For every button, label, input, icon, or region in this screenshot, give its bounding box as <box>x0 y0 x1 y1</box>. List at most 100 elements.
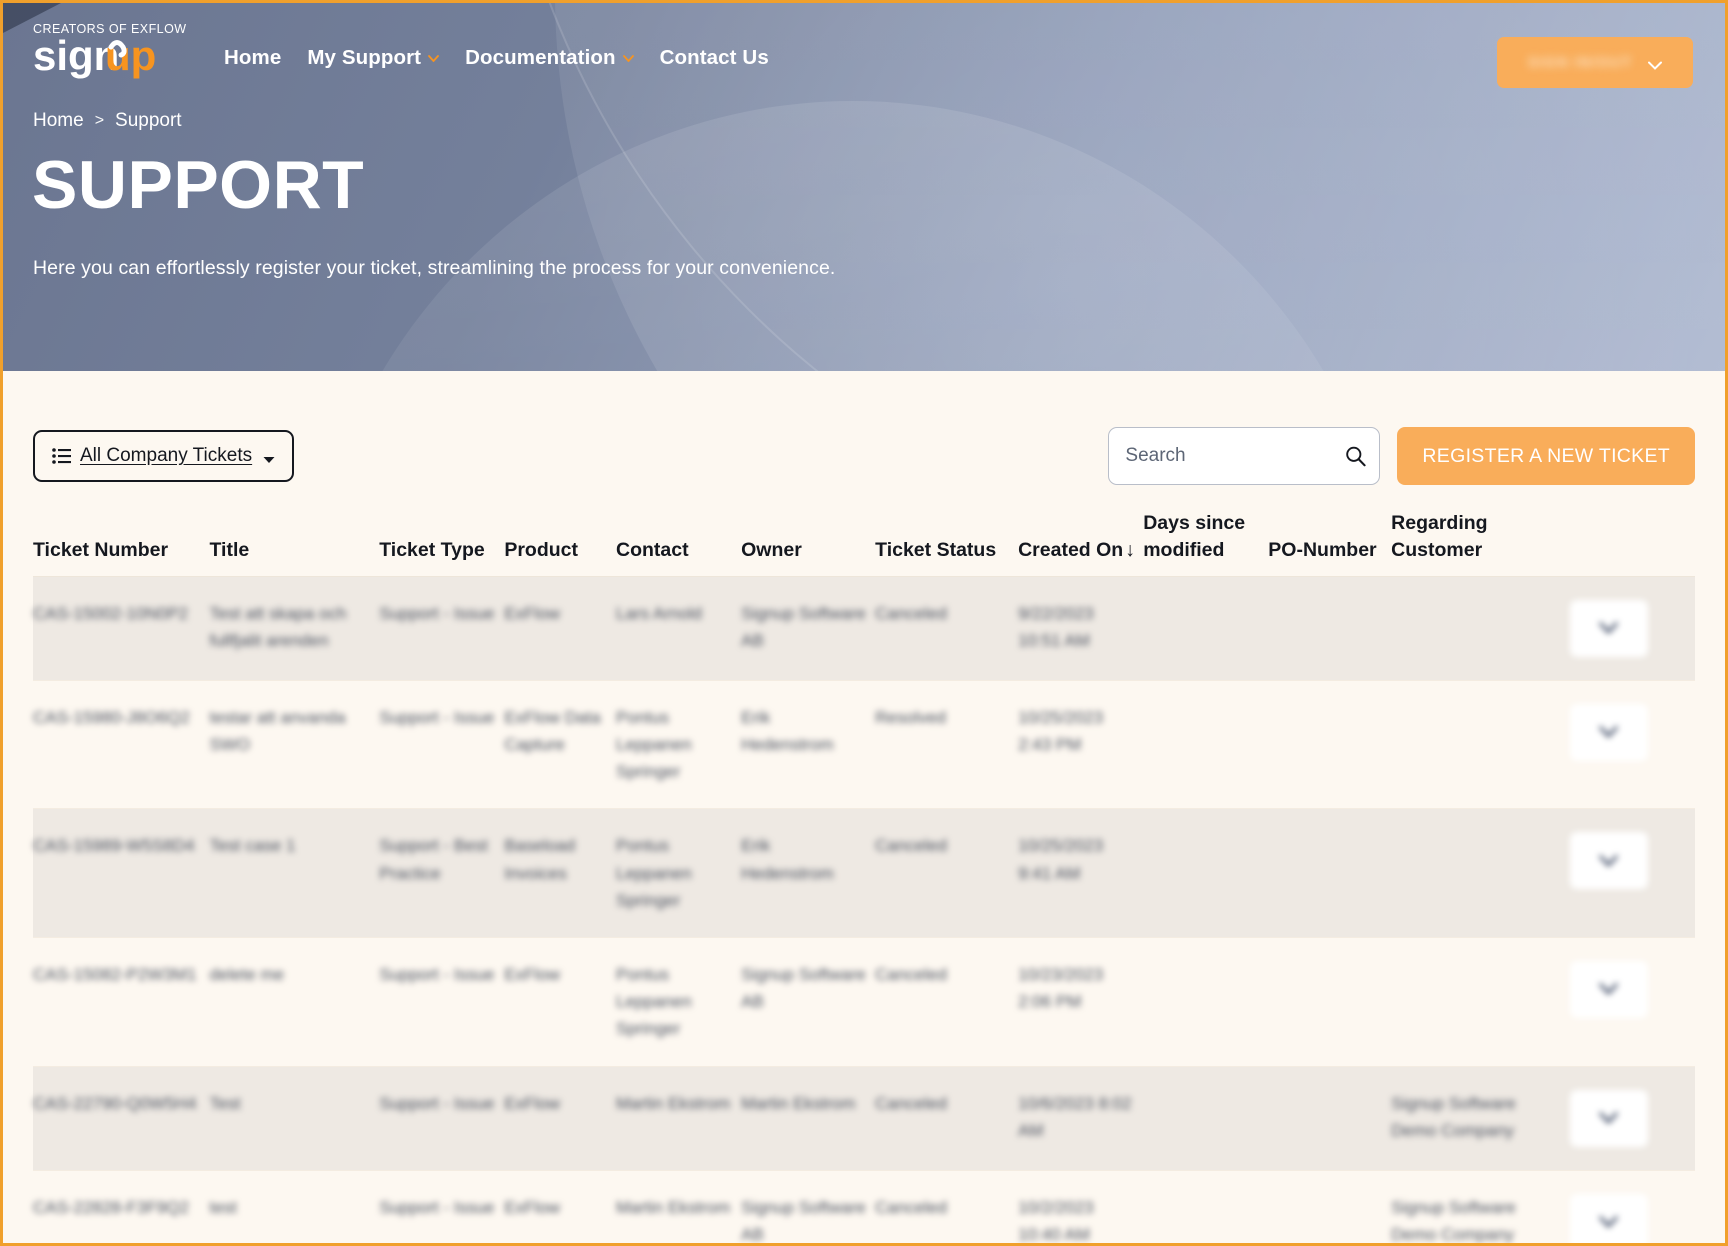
tickets-toolbar: All Company Tickets REGISTER A NEW TICKE… <box>33 371 1695 485</box>
cell-owner: Signup Software AB <box>741 937 875 1066</box>
breadcrumb-current-support[interactable]: Support <box>115 110 182 132</box>
chevron-down-icon <box>1599 1112 1618 1124</box>
chevron-down-icon <box>623 55 634 62</box>
hero-banner: CREATORS OF EXFLOW sign up Home M <box>3 3 1725 371</box>
cell-ticket-type: Support - Issue <box>379 1066 504 1170</box>
cell-days-since-modified <box>1143 576 1268 680</box>
search-box <box>1108 427 1380 485</box>
chevron-down-icon <box>1599 726 1618 738</box>
brand-logo[interactable]: CREATORS OF EXFLOW sign up <box>33 23 188 79</box>
chevron-down-icon <box>1599 855 1618 867</box>
column-header-expand <box>1570 510 1695 576</box>
column-header-created-on[interactable]: Created On↓ <box>1018 510 1143 576</box>
cell-ticket-type: Support - Best Practice <box>379 809 504 938</box>
nav-link-my-support[interactable]: My Support <box>307 46 439 70</box>
page-root: CREATORS OF EXFLOW sign up Home M <box>0 0 1728 1246</box>
cell-regarding-customer <box>1391 576 1570 680</box>
breadcrumb-link-home[interactable]: Home <box>33 110 84 132</box>
breadcrumb-separator-icon: > <box>95 112 104 130</box>
cell-days-since-modified <box>1143 809 1268 938</box>
column-header-created-on-label: Created On <box>1018 539 1123 561</box>
cell-po-number <box>1268 1066 1391 1170</box>
chevron-down-icon <box>1599 1216 1618 1228</box>
register-new-ticket-button[interactable]: REGISTER A NEW TICKET <box>1397 427 1695 485</box>
cell-created-on: 10/25/2023 9:41 AM <box>1018 809 1143 938</box>
cell-owner: Erik Hedenstrom <box>741 680 875 809</box>
cell-contact: Lars Arnold <box>616 576 741 680</box>
column-header-days-since-modified[interactable]: Days since modified <box>1143 510 1268 576</box>
chevron-down-icon <box>1599 983 1618 995</box>
search-input[interactable] <box>1108 427 1380 485</box>
column-header-po-number[interactable]: PO-Number <box>1268 510 1391 576</box>
expand-row-button[interactable] <box>1570 704 1648 761</box>
expand-row-button[interactable] <box>1570 961 1648 1018</box>
cell-po-number <box>1268 680 1391 809</box>
tickets-table-head: Ticket Number Title Ticket Type Product … <box>33 510 1695 576</box>
nav-link-documentation-label: Documentation <box>465 46 616 70</box>
column-header-product[interactable]: Product <box>504 510 616 576</box>
table-row[interactable]: CAS-15002-10N0P2Test att skapa och fullf… <box>33 576 1695 680</box>
cell-created-on: 10/23/2023 2:06 PM <box>1018 937 1143 1066</box>
tickets-table: Ticket Number Title Ticket Type Product … <box>33 510 1695 1246</box>
expand-row-button[interactable] <box>1570 1194 1648 1246</box>
chevron-down-icon <box>1648 58 1662 67</box>
expand-row-button[interactable] <box>1570 832 1648 889</box>
column-header-owner[interactable]: Owner <box>741 510 875 576</box>
nav-link-home[interactable]: Home <box>224 46 281 70</box>
cell-expand <box>1570 680 1695 809</box>
cell-ticket-number: CAS-22828-F3F9Q2 <box>33 1170 209 1246</box>
cell-ticket-status: Canceled <box>875 1066 1018 1170</box>
tickets-table-body: CAS-15002-10N0P2Test att skapa och fullf… <box>33 576 1695 1246</box>
cell-ticket-status: Canceled <box>875 937 1018 1066</box>
cell-ticket-number: CAS-15002-10N0P2 <box>33 576 209 680</box>
cell-expand <box>1570 576 1695 680</box>
cell-days-since-modified <box>1143 937 1268 1066</box>
list-icon <box>52 448 71 464</box>
chevron-down-icon <box>1599 622 1618 634</box>
column-header-ticket-number[interactable]: Ticket Number <box>33 510 209 576</box>
cell-days-since-modified <box>1143 1170 1268 1246</box>
table-row[interactable]: CAS-15082-P2W3M1delete meSupport - Issue… <box>33 937 1695 1066</box>
cell-ticket-number: CAS-15980-J8O6Q2 <box>33 680 209 809</box>
cell-product: Baseload Invoices <box>504 809 616 938</box>
cell-title: test <box>209 1170 379 1246</box>
cell-created-on: 9/22/2023 10:51 AM <box>1018 576 1143 680</box>
ticket-view-filter-dropdown[interactable]: All Company Tickets <box>33 430 294 482</box>
cell-title: delete me <box>209 937 379 1066</box>
expand-row-button[interactable] <box>1570 600 1648 657</box>
table-row[interactable]: CAS-22790-Q0W5H4TestSupport - IssueExFlo… <box>33 1066 1695 1170</box>
account-menu-button[interactable]: SIGN IN/OUT <box>1497 37 1693 88</box>
column-header-ticket-status[interactable]: Ticket Status <box>875 510 1018 576</box>
nav-link-documentation[interactable]: Documentation <box>465 46 634 70</box>
nav-link-contact-us[interactable]: Contact Us <box>660 46 769 70</box>
cell-days-since-modified <box>1143 680 1268 809</box>
cell-expand <box>1570 1066 1695 1170</box>
column-header-regarding-customer[interactable]: Regarding Customer <box>1391 510 1570 576</box>
expand-row-button[interactable] <box>1570 1090 1648 1147</box>
cell-regarding-customer: Signup Software Demo Company <box>1391 1170 1570 1246</box>
column-header-ticket-type[interactable]: Ticket Type <box>379 510 504 576</box>
cell-ticket-type: Support - Issue <box>379 937 504 1066</box>
ticket-view-filter-label: All Company Tickets <box>80 445 252 467</box>
brand-kicker: CREATORS OF EXFLOW <box>33 23 188 36</box>
table-row[interactable]: CAS-22828-F3F9Q2testSupport - IssueExFlo… <box>33 1170 1695 1246</box>
cell-product: ExFlow <box>504 1066 616 1170</box>
column-header-contact[interactable]: Contact <box>616 510 741 576</box>
cell-regarding-customer <box>1391 680 1570 809</box>
cell-product: ExFlow <box>504 937 616 1066</box>
cell-ticket-number: CAS-15989-W5S8D4 <box>33 809 209 938</box>
cell-contact: Martin Ekstrom <box>616 1066 741 1170</box>
cell-product: ExFlow Data Capture <box>504 680 616 809</box>
cell-regarding-customer <box>1391 937 1570 1066</box>
cell-ticket-type: Support - Issue <box>379 576 504 680</box>
table-row[interactable]: CAS-15989-W5S8D4Test case 1Support - Bes… <box>33 809 1695 938</box>
nav-link-contact-us-label: Contact Us <box>660 46 769 70</box>
brand-wordmark: sign up <box>33 37 188 79</box>
cell-ticket-number: CAS-15082-P2W3M1 <box>33 937 209 1066</box>
table-row[interactable]: CAS-15980-J8O6Q2testar att anvanda SWOSu… <box>33 680 1695 809</box>
cell-title: testar att anvanda SWO <box>209 680 379 809</box>
column-header-title[interactable]: Title <box>209 510 379 576</box>
cell-title: Test <box>209 1066 379 1170</box>
nav-link-my-support-label: My Support <box>307 46 421 70</box>
search-icon[interactable] <box>1345 446 1366 467</box>
